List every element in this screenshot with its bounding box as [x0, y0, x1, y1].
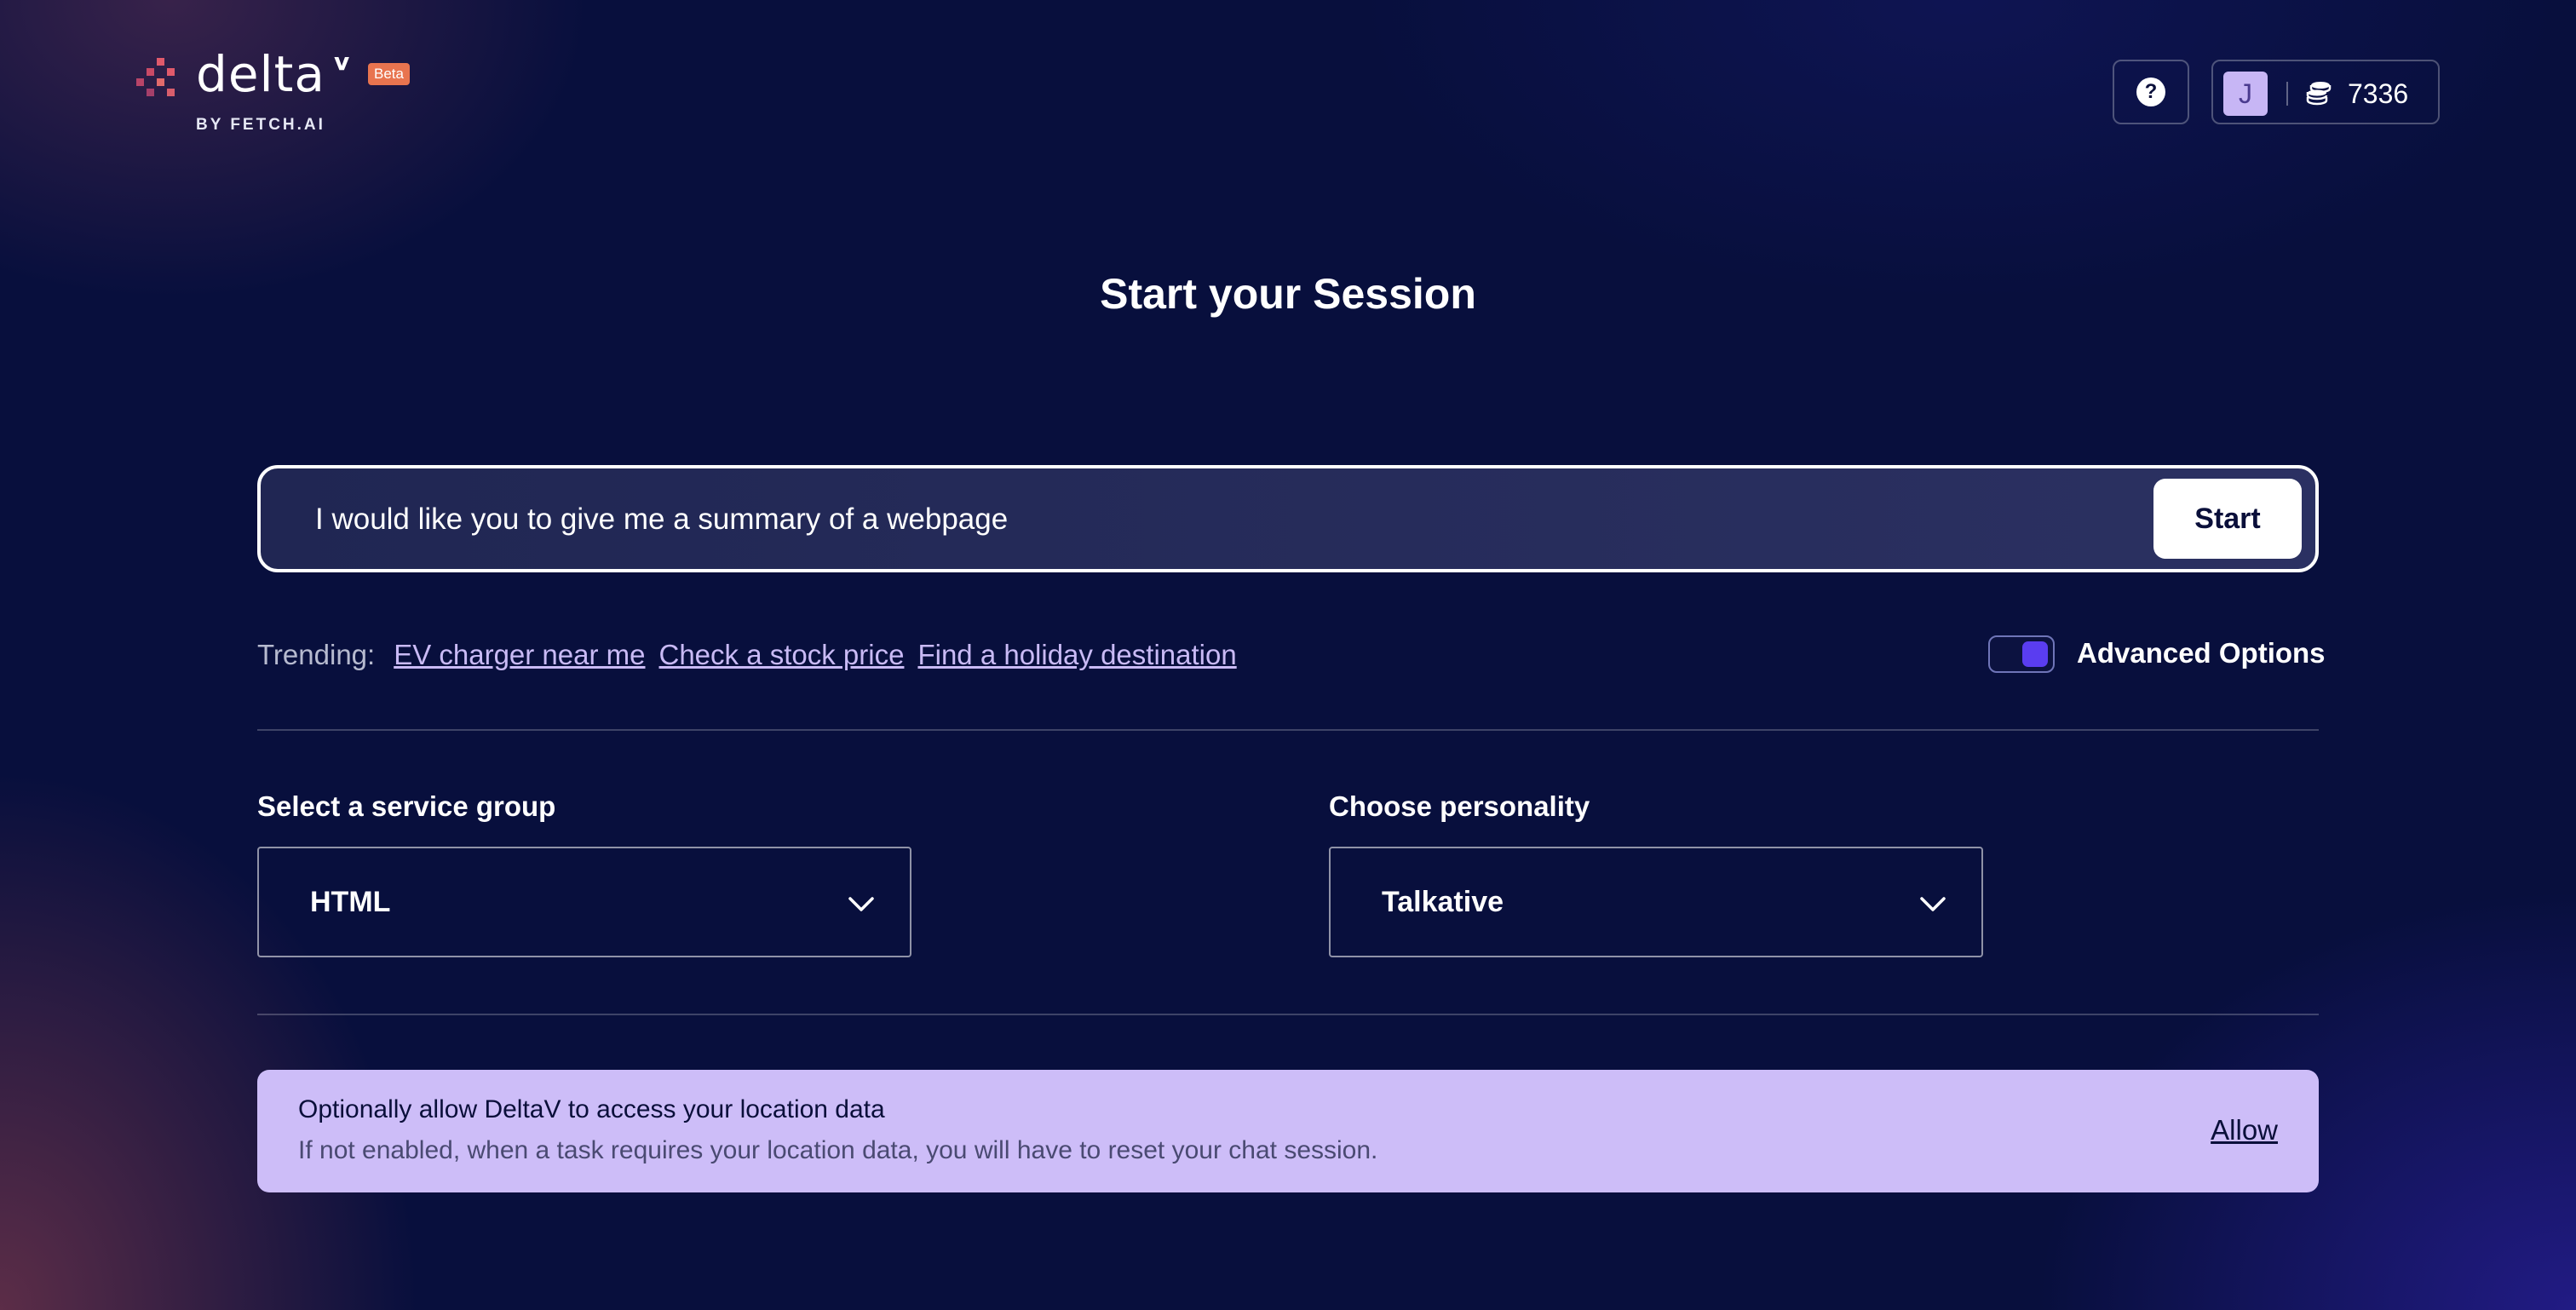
trending-link-stock-price[interactable]: Check a stock price [659, 639, 905, 671]
beta-badge: Beta [368, 63, 410, 85]
prompt-bar: Start [257, 465, 2319, 572]
logo-superscript: v [334, 48, 350, 76]
chevron-down-icon [1920, 897, 1946, 911]
service-group-value: HTML [310, 886, 391, 918]
logo-mark-icon [136, 55, 187, 106]
divider [257, 1014, 2319, 1015]
deltav-logo[interactable]: delta v Beta BY FETCH.AI [136, 45, 443, 141]
personality-value: Talkative [1382, 886, 1504, 918]
question-circle-icon: ? [2136, 78, 2165, 106]
location-banner-title: Optionally allow DeltaV to access your l… [298, 1095, 885, 1123]
account-credits-button[interactable]: J 7336 [2211, 60, 2440, 124]
divider [257, 729, 2319, 731]
trending-row: Trending: EV charger near me Check a sto… [257, 635, 1251, 675]
advanced-options-label: Advanced Options [2077, 637, 2326, 669]
service-group-select[interactable]: HTML [257, 847, 911, 957]
location-permission-banner: Optionally allow DeltaV to access your l… [257, 1070, 2319, 1192]
service-group-label: Select a service group [257, 790, 556, 822]
start-button[interactable]: Start [2153, 479, 2302, 559]
trending-label: Trending: [257, 639, 376, 670]
divider [2286, 82, 2288, 106]
personality-label: Choose personality [1329, 790, 1590, 822]
toggle-knob [2022, 641, 2048, 667]
logo-byline: BY FETCH.AI [196, 116, 325, 134]
location-banner-description: If not enabled, when a task requires you… [298, 1136, 1378, 1164]
allow-location-link[interactable]: Allow [2211, 1114, 2278, 1146]
advanced-options-toggle[interactable] [1988, 635, 2055, 673]
page-title: Start your Session [1100, 270, 1476, 318]
trending-link-holiday[interactable]: Find a holiday destination [917, 639, 1236, 671]
trending-link-ev-charger[interactable]: EV charger near me [394, 639, 645, 671]
credits-count: 7336 [2348, 78, 2409, 109]
personality-select[interactable]: Talkative [1329, 847, 1983, 957]
coin-stack-icon [2306, 82, 2332, 106]
help-button[interactable]: ? [2113, 60, 2189, 124]
chevron-down-icon [848, 897, 874, 911]
logo-wordmark: delta [196, 45, 325, 103]
avatar: J [2223, 72, 2268, 116]
prompt-input[interactable] [313, 489, 2106, 550]
